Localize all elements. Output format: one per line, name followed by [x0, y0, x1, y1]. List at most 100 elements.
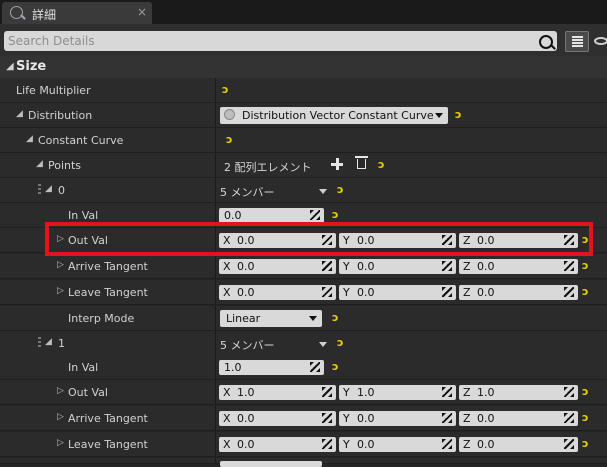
expand-arrow-icon[interactable]: ◢ [26, 134, 33, 144]
axis-label: Y [343, 286, 350, 299]
section-header-size[interactable]: ◢ Size [0, 56, 607, 79]
column-divider[interactable] [215, 355, 216, 379]
interp-mode-dropdown[interactable]: Linear [220, 310, 322, 327]
reset-to-default-icon[interactable]: ↄ [332, 360, 339, 373]
column-divider[interactable] [215, 280, 216, 304]
property-label: Points [48, 159, 82, 172]
search-input[interactable] [8, 32, 528, 50]
arrive-tangent-y-field[interactable]: Y 0.0 [339, 259, 456, 274]
partial-dropdown[interactable] [220, 461, 322, 467]
column-divider[interactable] [215, 306, 216, 330]
expand-arrow-icon[interactable]: ◢ [6, 61, 14, 72]
reset-to-default-icon[interactable]: ↄ [337, 183, 344, 196]
in-val-field[interactable]: 0.0 [219, 208, 324, 223]
axis-label: X [223, 386, 231, 399]
arrive-tangent-y-field[interactable]: Y 0.0 [339, 411, 456, 426]
column-divider[interactable] [215, 458, 216, 463]
arrive-tangent-z-field[interactable]: Z 0.0 [459, 411, 578, 426]
add-element-icon[interactable] [331, 158, 343, 170]
column-divider[interactable] [215, 103, 216, 127]
out-val-y-field[interactable]: Y 1.0 [339, 385, 456, 400]
expand-arrow-icon[interactable]: ▷ [57, 412, 64, 422]
array-index-label: 1 [58, 337, 65, 350]
tab-details[interactable]: 詳細 × [2, 2, 152, 24]
reset-to-default-icon[interactable]: ↄ [337, 336, 344, 349]
reset-to-default-icon[interactable]: ↄ [582, 385, 589, 398]
expand-arrow-icon[interactable]: ▷ [57, 260, 64, 270]
trash-icon[interactable] [355, 156, 368, 169]
column-divider[interactable] [215, 153, 216, 177]
axis-label: X [223, 260, 231, 273]
property-label: Life Multiplier [16, 84, 91, 97]
chevron-down-icon[interactable] [319, 342, 327, 347]
expand-arrow-icon[interactable]: ▷ [57, 286, 64, 296]
property-label: Distribution [28, 109, 93, 122]
row-point-0: ◢ 0 5 メンバー ↄ [0, 178, 607, 203]
field-value: 0.0 [357, 412, 375, 425]
expand-arrow-icon[interactable]: ◢ [16, 109, 23, 119]
expand-arrow-icon[interactable]: ◢ [36, 159, 43, 169]
row-leave-tangent-1: ▷ Leave Tangent X 0.0 Y 0.0 Z 0.0 ↄ [0, 432, 607, 457]
reset-to-default-icon[interactable]: ↄ [222, 83, 229, 96]
leave-tangent-y-field[interactable]: Y 0.0 [339, 437, 456, 452]
leave-tangent-x-field[interactable]: X 0.0 [219, 285, 336, 300]
chevron-down-icon [309, 316, 317, 321]
property-label: Leave Tangent [68, 438, 148, 451]
reset-to-default-icon[interactable]: ↄ [455, 108, 462, 121]
reset-to-default-icon[interactable]: ↄ [226, 133, 233, 146]
reset-to-default-icon[interactable]: ↄ [582, 411, 589, 424]
drag-resize-icon [442, 287, 452, 297]
eye-icon[interactable] [594, 37, 607, 45]
reset-to-default-icon[interactable]: ↄ [378, 158, 385, 171]
drag-handle-icon[interactable] [38, 337, 41, 349]
leave-tangent-z-field[interactable]: Z 0.0 [459, 437, 578, 452]
column-divider[interactable] [215, 254, 216, 278]
property-label: Out Val [68, 386, 108, 399]
reset-to-default-icon[interactable]: ↄ [332, 208, 339, 221]
drag-handle-icon[interactable] [38, 184, 41, 196]
reset-to-default-icon[interactable]: ↄ [582, 259, 589, 272]
row-partial [0, 458, 607, 467]
view-options-button[interactable] [565, 31, 589, 52]
distribution-class-dropdown[interactable]: Distribution Vector Constant Curve [220, 107, 448, 124]
drag-resize-icon [322, 413, 332, 423]
search-icon[interactable] [539, 35, 553, 49]
column-divider[interactable] [215, 406, 216, 430]
expand-arrow-icon[interactable]: ▷ [57, 438, 64, 448]
reset-to-default-icon[interactable]: ↄ [582, 285, 589, 298]
leave-tangent-z-field[interactable]: Z 0.0 [459, 285, 578, 300]
property-label: In Val [68, 361, 99, 374]
highlight-box [45, 222, 593, 256]
drag-resize-icon [442, 439, 452, 449]
arrive-tangent-x-field[interactable]: X 0.0 [219, 411, 336, 426]
column-divider[interactable] [215, 380, 216, 404]
arrive-tangent-z-field[interactable]: Z 0.0 [459, 259, 578, 274]
axis-label: Y [343, 260, 350, 273]
in-val-field[interactable]: 1.0 [219, 360, 324, 375]
column-divider[interactable] [215, 331, 216, 355]
column-divider[interactable] [215, 128, 216, 152]
search-box [4, 31, 557, 51]
chevron-down-icon[interactable] [319, 189, 327, 194]
expand-arrow-icon[interactable]: ◢ [45, 184, 52, 194]
drag-resize-icon [322, 287, 332, 297]
field-value: 0.0 [237, 438, 255, 451]
reset-to-default-icon[interactable]: ↄ [582, 437, 589, 450]
column-divider[interactable] [215, 78, 216, 102]
out-val-z-field[interactable]: Z 1.0 [459, 385, 578, 400]
leave-tangent-y-field[interactable]: Y 0.0 [339, 285, 456, 300]
reset-to-default-icon[interactable]: ↄ [332, 311, 339, 324]
leave-tangent-x-field[interactable]: X 0.0 [219, 437, 336, 452]
expand-arrow-icon[interactable]: ◢ [45, 337, 52, 347]
arrive-tangent-x-field[interactable]: X 0.0 [219, 259, 336, 274]
drag-resize-icon [564, 387, 574, 397]
chevron-down-icon [435, 113, 443, 118]
tab-close-icon[interactable]: × [137, 5, 147, 19]
property-label: Arrive Tangent [68, 260, 148, 273]
expand-arrow-icon[interactable]: ▷ [57, 386, 64, 396]
out-val-x-field[interactable]: X 1.0 [219, 385, 336, 400]
drag-resize-icon [322, 387, 332, 397]
column-divider[interactable] [215, 432, 216, 456]
list-icon [572, 36, 583, 47]
column-divider[interactable] [215, 178, 216, 202]
